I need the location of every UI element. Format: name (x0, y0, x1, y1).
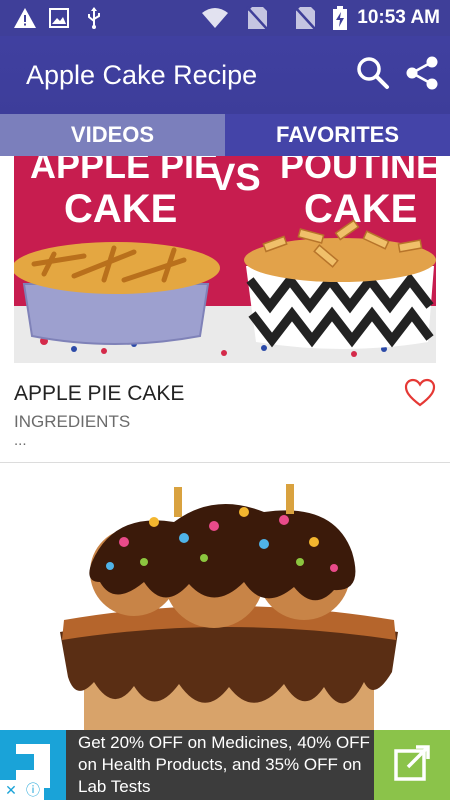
tab-videos[interactable]: VIDEOS (0, 114, 225, 156)
share-button[interactable] (403, 56, 441, 94)
app-bar: Apple Cake Recipe (0, 36, 450, 114)
video-thumbnail[interactable]: APPLE PIE CAKE VS POUTINE CAKE (14, 156, 436, 363)
card-subtitle: INGREDIENTS (14, 412, 131, 431)
warning-icon (12, 6, 38, 30)
thumb-text-right-2: CAKE (304, 187, 417, 231)
ad-banner[interactable]: Get 20% OFF on Medicines, 40% OFF on Hea… (0, 730, 450, 800)
no-sim-icon (244, 6, 270, 30)
thumb-text-left-1: APPLE PIE (30, 156, 218, 186)
video-thumbnail[interactable] (14, 482, 436, 730)
battery-charging-icon (331, 6, 349, 30)
cake-photo (14, 482, 436, 730)
app-title: Apple Cake Recipe (26, 60, 258, 90)
thumb-text-right-1: POUTINE (280, 156, 436, 186)
share-icon (405, 55, 439, 96)
close-icon[interactable]: ✕ (0, 780, 22, 800)
info-icon[interactable]: ⓘ (22, 780, 44, 800)
ad-text[interactable]: Get 20% OFF on Medicines, 40% OFF on Hea… (78, 732, 372, 798)
ad-controls: ✕ ⓘ (0, 780, 44, 800)
image-icon (48, 6, 70, 30)
heart-outline-icon (404, 378, 436, 412)
card-title[interactable]: APPLE PIE CAKE (14, 382, 184, 406)
favorites-list[interactable]: APPLE PIE CAKE VS POUTINE CAKE APPLE PIE… (0, 156, 450, 730)
status-bar: 10:53 AM (0, 0, 450, 36)
ad-open-button[interactable] (374, 730, 450, 800)
thumb-text-vs: VS (210, 157, 261, 199)
app-screen: 10:53 AM Apple Cake Recipe VIDEOS FAVORI… (0, 0, 450, 800)
list-divider (0, 462, 450, 463)
status-time: 10:53 AM (357, 7, 440, 28)
wifi-icon (200, 6, 230, 30)
tab-favorites[interactable]: FAVORITES (225, 114, 450, 156)
search-button[interactable] (354, 56, 392, 94)
card-ellipsis: ... (14, 432, 27, 449)
tab-bar: VIDEOS FAVORITES (0, 114, 450, 156)
thumbnail-image: APPLE PIE CAKE VS POUTINE CAKE (14, 156, 436, 363)
no-sim-icon (292, 6, 318, 30)
usb-icon (84, 6, 104, 30)
open-external-icon (392, 743, 432, 788)
thumb-text-left-2: CAKE (64, 187, 177, 231)
search-icon (356, 56, 390, 95)
favorite-button[interactable] (404, 378, 438, 410)
